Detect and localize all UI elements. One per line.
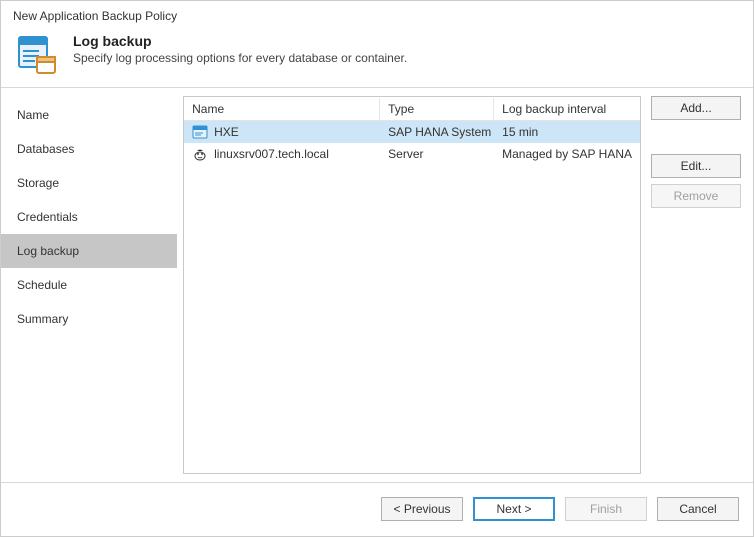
linux-server-icon xyxy=(192,146,208,162)
sidebar-item-name[interactable]: Name xyxy=(1,98,177,132)
cell-name: HXE xyxy=(184,122,380,142)
hana-system-icon xyxy=(192,124,208,140)
footer: < Previous Next > Finish Cancel xyxy=(1,482,753,534)
column-header-name[interactable]: Name xyxy=(184,98,380,120)
column-header-type[interactable]: Type xyxy=(380,98,494,120)
remove-button: Remove xyxy=(651,184,741,208)
sidebar-item-schedule[interactable]: Schedule xyxy=(1,268,177,302)
sidebar-item-credentials[interactable]: Credentials xyxy=(1,200,177,234)
sidebar-item-log-backup[interactable]: Log backup xyxy=(1,234,177,268)
close-button[interactable] xyxy=(715,6,743,26)
database-table: Name Type Log backup interval HXE SAP HA… xyxy=(183,96,641,474)
header-subtitle: Specify log processing options for every… xyxy=(73,51,407,65)
sidebar-item-summary[interactable]: Summary xyxy=(1,302,177,336)
titlebar: New Application Backup Policy xyxy=(1,1,753,29)
header: Log backup Specify log processing option… xyxy=(1,29,753,87)
cell-name-text: linuxsrv007.tech.local xyxy=(214,147,329,161)
finish-button: Finish xyxy=(565,497,647,521)
cancel-button[interactable]: Cancel xyxy=(657,497,739,521)
cell-interval: Managed by SAP HANA xyxy=(494,145,640,163)
cell-type: Server xyxy=(380,145,494,163)
cell-type: SAP HANA System xyxy=(380,123,494,141)
edit-button[interactable]: Edit... xyxy=(651,154,741,178)
cell-interval: 15 min xyxy=(494,123,640,141)
header-text: Log backup Specify log processing option… xyxy=(73,33,407,65)
sidebar-item-storage[interactable]: Storage xyxy=(1,166,177,200)
log-backup-icon xyxy=(15,33,59,77)
header-title: Log backup xyxy=(73,33,407,49)
cell-name-text: HXE xyxy=(214,125,239,139)
table-header: Name Type Log backup interval xyxy=(184,97,640,121)
table-row[interactable]: linuxsrv007.tech.local Server Managed by… xyxy=(184,143,640,165)
body: Name Databases Storage Credentials Log b… xyxy=(1,88,753,482)
previous-button[interactable]: < Previous xyxy=(381,497,463,521)
side-actions: Add... Edit... Remove xyxy=(651,96,741,474)
sidebar-item-databases[interactable]: Databases xyxy=(1,132,177,166)
next-button[interactable]: Next > xyxy=(473,497,555,521)
wizard-sidebar: Name Databases Storage Credentials Log b… xyxy=(1,88,177,482)
table-row[interactable]: HXE SAP HANA System 15 min xyxy=(184,121,640,143)
window-title: New Application Backup Policy xyxy=(13,9,177,23)
cell-name: linuxsrv007.tech.local xyxy=(184,144,380,164)
content: Name Type Log backup interval HXE SAP HA… xyxy=(177,88,753,482)
column-header-interval[interactable]: Log backup interval xyxy=(494,98,640,120)
add-button[interactable]: Add... xyxy=(651,96,741,120)
